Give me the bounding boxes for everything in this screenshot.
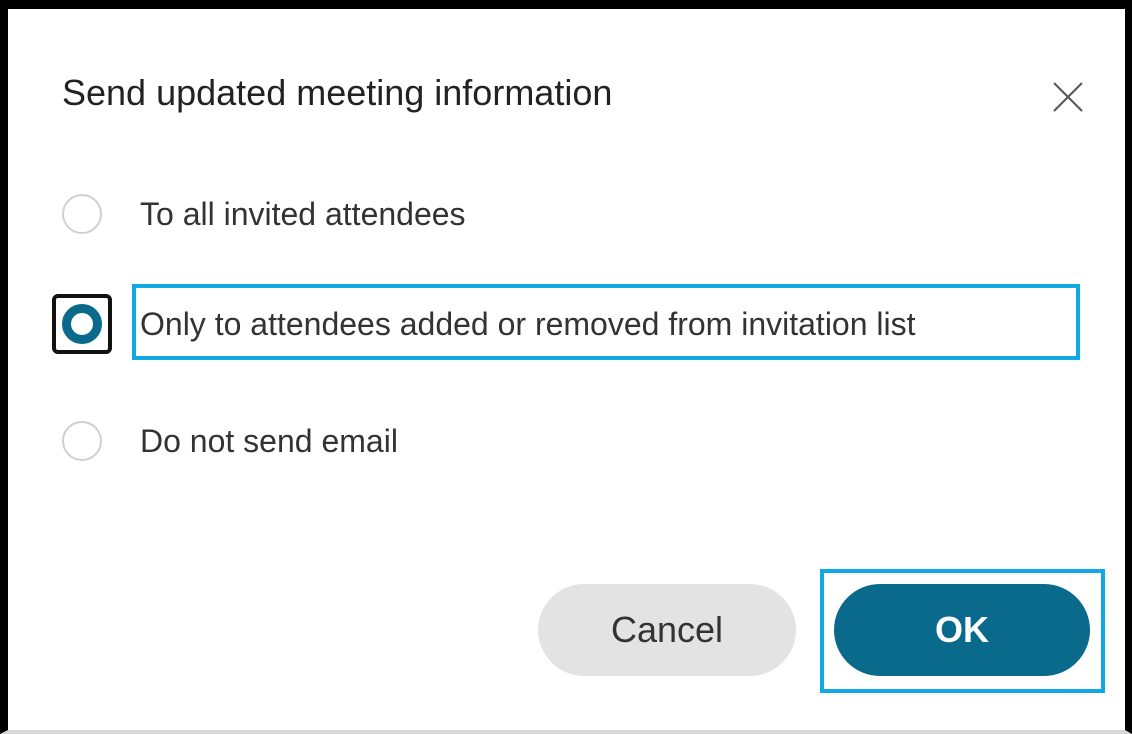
radio-option-label: To all invited attendees [140, 196, 466, 232]
radio-button-selected[interactable] [62, 304, 102, 344]
ok-button[interactable]: OK [834, 584, 1090, 676]
send-update-dialog: Send updated meeting information To all … [0, 0, 1132, 734]
radio-button[interactable] [62, 421, 102, 461]
radio-option-no-email[interactable]: Do not send email [48, 411, 1088, 471]
close-icon [1053, 82, 1083, 112]
dialog-title: Send updated meeting information [62, 72, 613, 113]
radio-option-all-attendees[interactable]: To all invited attendees [48, 184, 1088, 244]
radio-option-label: Only to attendees added or removed from … [140, 306, 916, 342]
radio-option-label: Do not send email [140, 423, 398, 459]
cancel-button[interactable]: Cancel [538, 584, 796, 676]
radio-button[interactable] [62, 194, 102, 234]
close-button[interactable] [1048, 77, 1088, 117]
radio-option-added-removed[interactable]: Only to attendees added or removed from … [48, 284, 1088, 360]
